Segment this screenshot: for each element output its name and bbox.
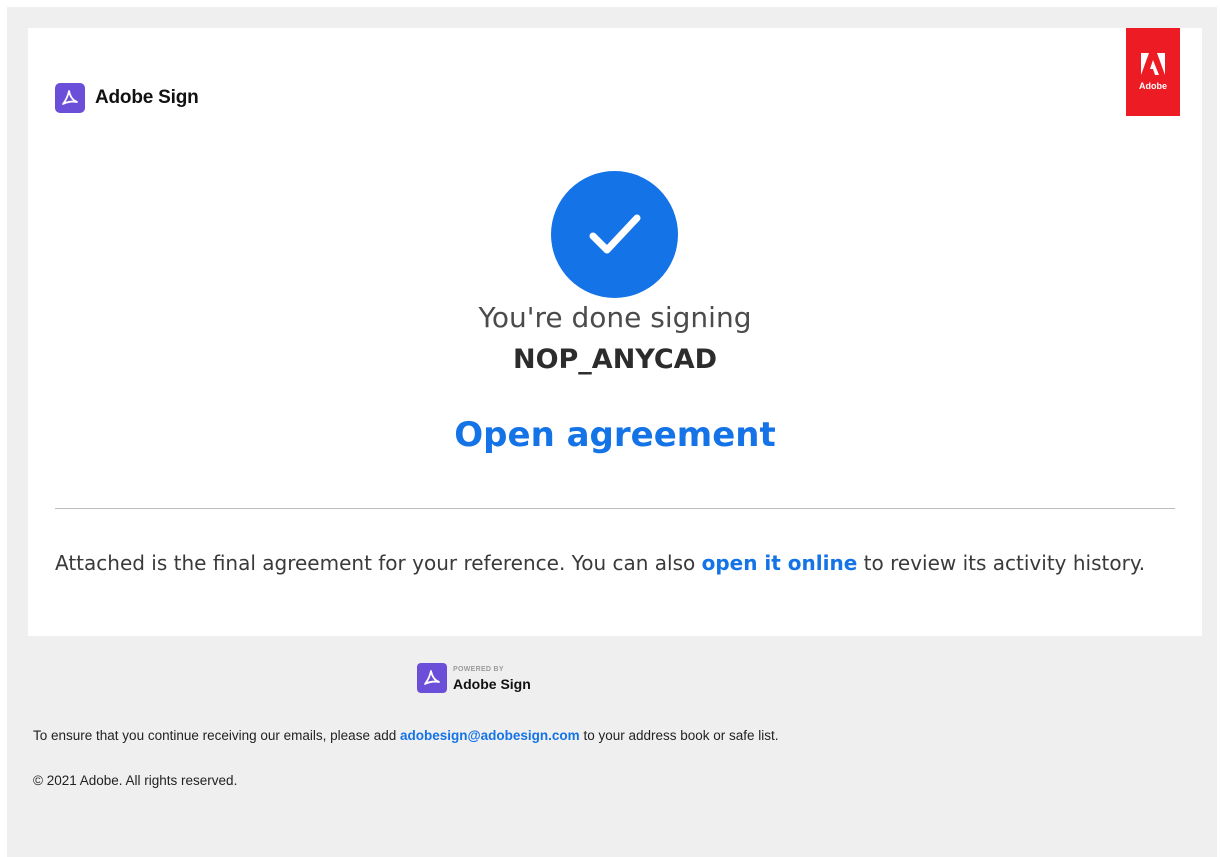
divider [55,508,1175,509]
powered-by-label: POWERED BY [453,665,504,673]
copyright: © 2021 Adobe. All rights reserved. [33,773,238,788]
acrobat-sign-icon [417,663,447,693]
email-card: Adobe Sign Adobe You're done signing NOP… [28,28,1202,636]
brand-name: Adobe Sign [95,87,199,108]
powered-by-text: POWERED BY Adobe Sign [453,666,531,691]
agreement-name: NOP_ANYCAD [512,344,718,375]
done-signing-text: You're done signing [478,301,752,334]
footer-note: To ensure that you continue receiving ou… [33,728,779,743]
open-agreement-link[interactable]: Open agreement [28,415,1202,455]
check-circle-icon [551,171,678,298]
powered-by-badge: POWERED BY Adobe Sign [417,663,531,693]
email-link[interactable]: adobesign@adobesign.com [400,728,580,743]
message-suffix: to review its activity history. [863,551,1146,575]
powered-by-name: Adobe Sign [453,675,531,692]
brand-header: Adobe Sign [55,83,199,113]
footer-note-prefix: To ensure that you continue receiving ou… [33,728,397,743]
adobe-logo-text: Adobe [1139,81,1167,91]
message-prefix: Attached is the final agreement for your… [55,551,696,575]
acrobat-sign-icon [55,83,85,113]
adobe-logo-icon [1141,53,1165,79]
adobe-logo: Adobe [1126,28,1180,116]
agreement-message: Attached is the final agreement for your… [55,551,1195,575]
footer-note-suffix: to your address book or safe list. [583,728,779,743]
email-background: Adobe Sign Adobe You're done signing NOP… [7,7,1217,857]
open-online-link[interactable]: open it online [702,551,858,575]
